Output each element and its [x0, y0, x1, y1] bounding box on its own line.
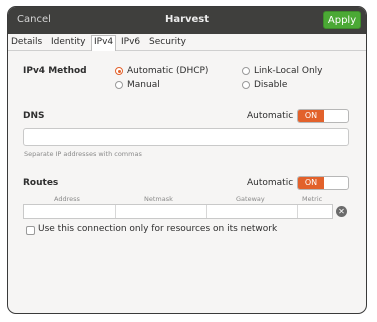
- routes-automatic-switch[interactable]: ON: [297, 176, 349, 190]
- radio-link-local-only-label: Link-Local Only: [254, 66, 323, 76]
- route-gateway-input[interactable]: [206, 205, 298, 218]
- tab-identity[interactable]: Identity: [51, 36, 86, 50]
- column-header-netmask: Netmask: [144, 195, 173, 203]
- network-settings-window: Cancel Harvest Apply Details Identity IP…: [7, 6, 367, 314]
- routes-switch-on-label: ON: [298, 177, 324, 189]
- tab-ipv6[interactable]: IPv6: [121, 36, 140, 50]
- column-header-gateway: Gateway: [236, 195, 265, 203]
- tab-security[interactable]: Security: [149, 36, 186, 50]
- route-metric-input[interactable]: [297, 205, 332, 218]
- dns-input[interactable]: [23, 128, 349, 146]
- column-header-metric: Metric: [302, 195, 323, 203]
- radio-automatic-dhcp-label: Automatic (DHCP): [127, 66, 209, 76]
- apply-button[interactable]: Apply: [323, 11, 361, 29]
- column-header-address: Address: [54, 195, 80, 203]
- routes-automatic-label: Automatic: [247, 178, 294, 188]
- dns-automatic-label: Automatic: [247, 111, 294, 121]
- ipv4-method-heading: IPv4 Method: [23, 66, 87, 76]
- radio-disable[interactable]: [242, 81, 250, 89]
- titlebar: Cancel Harvest Apply: [8, 7, 366, 34]
- dns-automatic-switch[interactable]: ON: [297, 109, 349, 123]
- radio-manual-label: Manual: [127, 80, 160, 90]
- delete-route-icon[interactable]: ✕: [336, 206, 347, 217]
- route-address-input[interactable]: [24, 205, 116, 218]
- routes-heading: Routes: [23, 178, 59, 188]
- tab-bar: Details Identity IPv4 IPv6 Security: [8, 34, 366, 51]
- radio-automatic-dhcp[interactable]: [115, 67, 123, 75]
- tab-details[interactable]: Details: [11, 36, 42, 50]
- radio-disable-label: Disable: [254, 80, 288, 90]
- route-netmask-input[interactable]: [115, 205, 207, 218]
- dns-switch-on-label: ON: [298, 110, 324, 122]
- restrict-network-label: Use this connection only for resources o…: [38, 224, 278, 234]
- window-title: Harvest: [164, 14, 210, 25]
- radio-link-local-only[interactable]: [242, 67, 250, 75]
- dns-heading: DNS: [23, 111, 45, 121]
- tab-ipv4[interactable]: IPv4: [91, 35, 117, 51]
- radio-manual[interactable]: [115, 81, 123, 89]
- route-entry-row: [23, 204, 333, 219]
- dns-hint: Separate IP addresses with commas: [24, 150, 142, 158]
- restrict-network-checkbox[interactable]: [26, 226, 35, 235]
